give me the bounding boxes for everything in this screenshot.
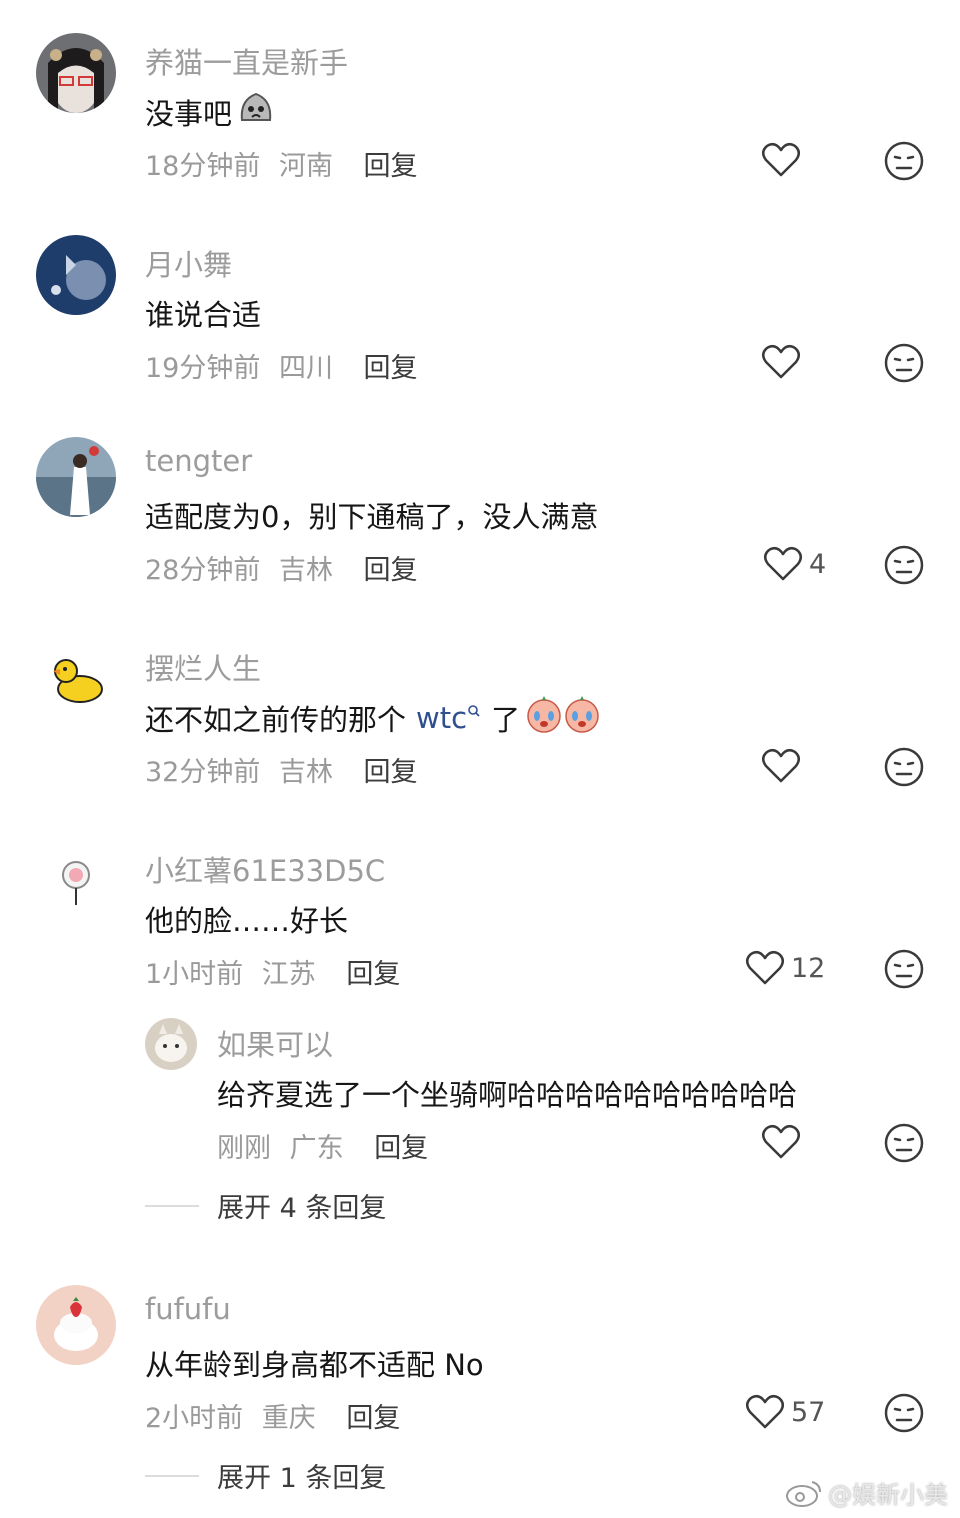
expand-replies-button[interactable]: 展开 4 条回复 (145, 1186, 386, 1225)
reply-text: 给齐夏选了一个坐骑啊哈哈哈哈哈哈哈哈哈哈 (217, 1078, 798, 1112)
comment-meta: 2小时前 重庆 回复 (145, 1396, 400, 1435)
heart-outline-icon (762, 748, 800, 783)
heart-outline-icon (764, 546, 802, 581)
reply-author[interactable]: 如果可以 (217, 1022, 333, 1064)
comment-author[interactable]: fufufu (145, 1292, 231, 1326)
neutral-face-icon[interactable] (884, 343, 924, 383)
divider (145, 1474, 199, 1477)
reply-button[interactable]: 回复 (374, 1133, 428, 1164)
search-icon[interactable] (467, 704, 481, 718)
watermark-text: @娱新小美 (828, 1481, 948, 1509)
neutral-face-icon[interactable] (884, 1393, 924, 1433)
avatar[interactable] (36, 33, 116, 113)
heart-outline-icon (762, 142, 800, 177)
reply-button[interactable]: 回复 (364, 151, 418, 182)
comment-time: 19分钟前 (145, 353, 261, 384)
like-button[interactable]: 12 (745, 950, 825, 986)
comment-author[interactable]: 养猫一直是新手 (145, 40, 348, 82)
avatar[interactable] (36, 639, 116, 719)
neutral-face-icon[interactable] (884, 545, 924, 585)
like-button[interactable]: 57 (745, 1394, 825, 1430)
reply-button[interactable]: 回复 (346, 959, 400, 990)
reply-avatar[interactable] (145, 1018, 197, 1070)
comment-location: 江苏 (261, 959, 316, 990)
comment-author[interactable]: 小红薯61E33D5C (145, 848, 385, 890)
comment-meta: 18分钟前 河南 回复 (145, 144, 418, 183)
comment-meta: 32分钟前 吉林 回复 (145, 750, 418, 789)
reply-button[interactable]: 回复 (364, 757, 418, 788)
reply-location: 广东 (289, 1133, 344, 1164)
comment-location: 吉林 (278, 555, 333, 586)
reply-button[interactable]: 回复 (364, 353, 418, 384)
crying-emoji-icon (524, 694, 604, 741)
comment-time: 1小时前 (145, 959, 244, 990)
comment-author[interactable]: tengter (145, 444, 252, 478)
weibo-logo-icon (786, 1480, 821, 1507)
comment-text-content: 没事吧 (145, 96, 233, 131)
comment-text: 适配度为0，别下通稿了，没人满意 (145, 500, 599, 534)
like-count: 12 (791, 952, 826, 984)
comment-location: 重庆 (261, 1403, 316, 1434)
worried-emoji-icon (236, 88, 276, 135)
comment-text: 谁说合适 (145, 298, 262, 332)
like-button[interactable] (761, 344, 807, 380)
neutral-face-icon[interactable] (884, 1123, 924, 1163)
comment-text: 还不如之前传的那个 wtc 了 (145, 694, 604, 741)
comment-author[interactable]: 月小舞 (145, 242, 232, 284)
avatar[interactable] (36, 437, 116, 517)
comment-text-content: 还不如之前传的那个 (145, 702, 407, 737)
search-link[interactable]: wtc (416, 701, 467, 735)
divider (145, 1204, 199, 1207)
heart-outline-icon (762, 1124, 800, 1159)
comment-author[interactable]: 摆烂人生 (145, 646, 261, 688)
avatar[interactable] (36, 841, 116, 921)
comment-location: 河南 (278, 151, 333, 182)
like-button[interactable] (761, 142, 807, 178)
reply-button[interactable]: 回复 (364, 555, 418, 586)
reply-meta: 刚刚 广东 回复 (217, 1126, 428, 1165)
expand-replies-label: 展开 4 条回复 (217, 1193, 387, 1224)
watermark: @娱新小美 (784, 1475, 948, 1510)
comment-time: 18分钟前 (145, 151, 261, 182)
reply-button[interactable]: 回复 (346, 1403, 400, 1434)
neutral-face-icon[interactable] (884, 747, 924, 787)
like-count: 57 (791, 1396, 826, 1428)
like-button[interactable]: 4 (763, 546, 826, 582)
heart-outline-icon (746, 1394, 784, 1429)
comment-text: 从年龄到身高都不适配 No (145, 1348, 484, 1382)
like-button[interactable] (761, 1124, 801, 1160)
expand-replies-button[interactable]: 展开 1 条回复 (145, 1456, 386, 1495)
comment-text: 他的脸……好长 (145, 904, 349, 938)
neutral-face-icon[interactable] (884, 949, 924, 989)
neutral-face-icon[interactable] (884, 141, 924, 181)
comment-text-content: 了 (491, 702, 521, 737)
comment-time: 28分钟前 (145, 555, 261, 586)
avatar[interactable] (36, 1285, 116, 1365)
heart-outline-icon (762, 344, 800, 379)
comment-meta: 1小时前 江苏 回复 (145, 952, 400, 991)
comment-location: 四川 (278, 353, 333, 384)
comment-meta: 19分钟前 四川 回复 (145, 346, 418, 385)
comment-meta: 28分钟前 吉林 回复 (145, 548, 418, 587)
like-count: 4 (809, 548, 827, 580)
expand-replies-label: 展开 1 条回复 (217, 1463, 387, 1494)
heart-outline-icon (746, 950, 784, 985)
like-button[interactable] (761, 748, 807, 784)
comment-text: 没事吧 (145, 88, 276, 135)
reply-time: 刚刚 (217, 1133, 271, 1164)
comment-location: 吉林 (278, 757, 333, 788)
avatar[interactable] (36, 235, 116, 315)
comment-time: 32分钟前 (145, 757, 261, 788)
comment-time: 2小时前 (145, 1403, 244, 1434)
